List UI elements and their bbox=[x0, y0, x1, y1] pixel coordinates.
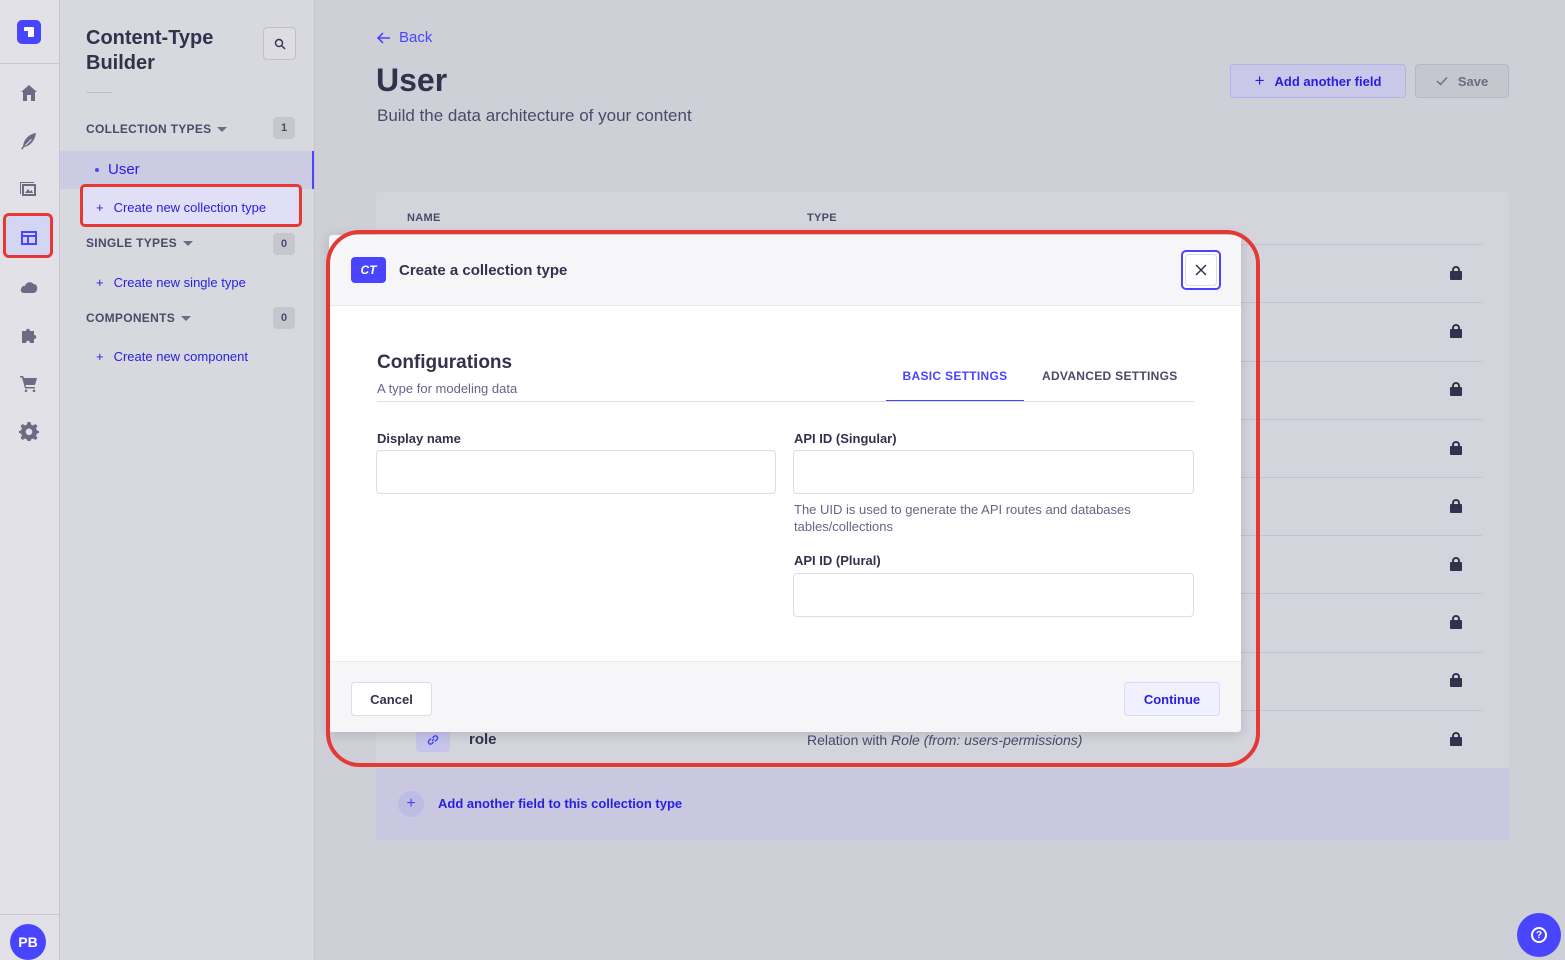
tab-advanced-settings[interactable]: ADVANCED SETTINGS bbox=[1042, 369, 1178, 383]
save-button[interactable]: Save bbox=[1415, 64, 1509, 98]
add-field-footer-label: Add another field to this collection typ… bbox=[438, 796, 683, 811]
add-another-field-button[interactable]: + Add another field bbox=[1230, 64, 1406, 98]
cart-icon[interactable] bbox=[18, 372, 40, 394]
lock-icon bbox=[1450, 382, 1462, 396]
question-icon: ? bbox=[1531, 927, 1547, 943]
help-button[interactable]: ? bbox=[1517, 913, 1561, 957]
search-icon bbox=[274, 38, 285, 49]
sidebar-title: Content-Type Builder bbox=[86, 27, 214, 74]
display-name-input[interactable] bbox=[376, 450, 776, 494]
tabs-divider bbox=[377, 401, 1194, 402]
settings-icon[interactable] bbox=[18, 420, 40, 442]
lock-icon bbox=[1450, 324, 1462, 338]
close-button[interactable] bbox=[1181, 250, 1221, 290]
api-id-plural-input[interactable] bbox=[793, 573, 1194, 617]
api-id-singular-label: API ID (Singular) bbox=[794, 431, 897, 446]
check-icon bbox=[1436, 77, 1448, 86]
tab-basic-settings[interactable]: BASIC SETTINGS bbox=[886, 369, 1024, 402]
sidebar-item-label: User bbox=[108, 161, 140, 178]
lock-icon bbox=[1450, 673, 1462, 687]
caret-down-icon bbox=[181, 315, 192, 321]
collection-types-count: 1 bbox=[273, 117, 295, 139]
plus-icon: + bbox=[96, 200, 104, 215]
components-label: COMPONENTS bbox=[86, 311, 176, 325]
collection-types-header[interactable]: COLLECTION TYPES bbox=[86, 122, 228, 136]
single-types-header[interactable]: SINGLE TYPES bbox=[86, 236, 193, 250]
plus-icon: + bbox=[1254, 71, 1265, 90]
rail-divider bbox=[0, 63, 60, 64]
modal-header: CT Create a collection type bbox=[329, 235, 1241, 306]
single-types-label: SINGLE TYPES bbox=[86, 236, 177, 250]
field-type-target: Role (from: users-permissions) bbox=[891, 732, 1083, 748]
create-new-single-type-link[interactable]: + Create new single type bbox=[96, 275, 246, 290]
collection-types-label: COLLECTION TYPES bbox=[86, 122, 212, 136]
column-header-name: NAME bbox=[407, 212, 441, 224]
plus-icon: + bbox=[96, 275, 104, 290]
arrow-left-icon bbox=[377, 31, 390, 44]
add-field-footer[interactable]: + Add another field to this collection t… bbox=[376, 768, 1509, 840]
configurations-title: Configurations bbox=[377, 352, 513, 373]
create-collection-type-modal: CT Create a collection type Configuratio… bbox=[329, 235, 1241, 732]
field-name: role bbox=[469, 731, 497, 748]
add-field-label: Add another field bbox=[1274, 73, 1382, 89]
column-header-type: TYPE bbox=[807, 212, 837, 224]
lock-icon bbox=[1450, 615, 1462, 629]
back-link[interactable]: Back bbox=[377, 29, 432, 46]
lock-icon bbox=[1450, 499, 1462, 513]
create-collection-type-label: Create new collection type bbox=[113, 200, 267, 215]
sidebar-search-button[interactable] bbox=[263, 27, 296, 60]
continue-button[interactable]: Continue bbox=[1124, 682, 1220, 716]
rail-bottom-divider bbox=[0, 914, 60, 915]
plus-icon: + bbox=[96, 349, 104, 364]
create-single-type-label: Create new single type bbox=[113, 275, 246, 290]
plus-circle-icon: + bbox=[398, 791, 424, 817]
user-avatar[interactable]: PB bbox=[10, 924, 46, 960]
lock-icon bbox=[1450, 732, 1462, 746]
api-id-hint: The UID is used to generate the API rout… bbox=[794, 502, 1131, 534]
caret-down-icon bbox=[182, 240, 193, 246]
content-type-builder-icon[interactable] bbox=[18, 227, 40, 249]
lock-icon bbox=[1450, 266, 1462, 280]
modal-footer: Cancel Continue bbox=[329, 661, 1241, 732]
lock-icon bbox=[1450, 441, 1462, 455]
bullet-icon bbox=[95, 168, 99, 172]
lock-icon bbox=[1450, 557, 1462, 571]
main-nav-rail: PB bbox=[0, 0, 60, 960]
collection-type-badge: CT bbox=[351, 257, 386, 283]
home-icon[interactable] bbox=[18, 82, 40, 104]
cloud-icon[interactable] bbox=[18, 276, 40, 298]
strapi-logo[interactable] bbox=[17, 20, 41, 44]
configurations-subtitle: A type for modeling data bbox=[377, 381, 518, 396]
page-subtitle: Build the data architecture of your cont… bbox=[377, 106, 692, 125]
puzzle-icon[interactable] bbox=[18, 324, 40, 346]
create-component-label: Create new component bbox=[113, 349, 249, 364]
save-label: Save bbox=[1457, 73, 1489, 89]
caret-down-icon bbox=[217, 126, 228, 132]
sidebar-divider bbox=[86, 92, 112, 93]
components-header[interactable]: COMPONENTS bbox=[86, 311, 192, 325]
close-icon bbox=[1195, 264, 1207, 276]
field-type: Relation with Role (from: users-permissi… bbox=[807, 732, 1082, 748]
components-count: 0 bbox=[273, 307, 295, 329]
field-type-prefix: Relation with bbox=[807, 732, 892, 748]
api-id-singular-input[interactable] bbox=[793, 450, 1194, 494]
api-id-plural-label: API ID (Plural) bbox=[794, 553, 881, 568]
page-title: User bbox=[376, 62, 448, 98]
content-type-builder-sidebar: Content-Type Builder COLLECTION TYPES 1 … bbox=[60, 0, 315, 960]
display-name-label: Display name bbox=[377, 431, 461, 446]
cancel-button[interactable]: Cancel bbox=[351, 682, 432, 716]
single-types-count: 0 bbox=[273, 233, 295, 255]
create-new-collection-type-link[interactable]: + Create new collection type bbox=[96, 200, 266, 215]
media-icon[interactable] bbox=[18, 178, 40, 200]
modal-title: Create a collection type bbox=[399, 262, 568, 279]
back-label: Back bbox=[399, 29, 433, 46]
create-new-component-link[interactable]: + Create new component bbox=[96, 349, 248, 364]
feather-icon[interactable] bbox=[18, 130, 40, 152]
